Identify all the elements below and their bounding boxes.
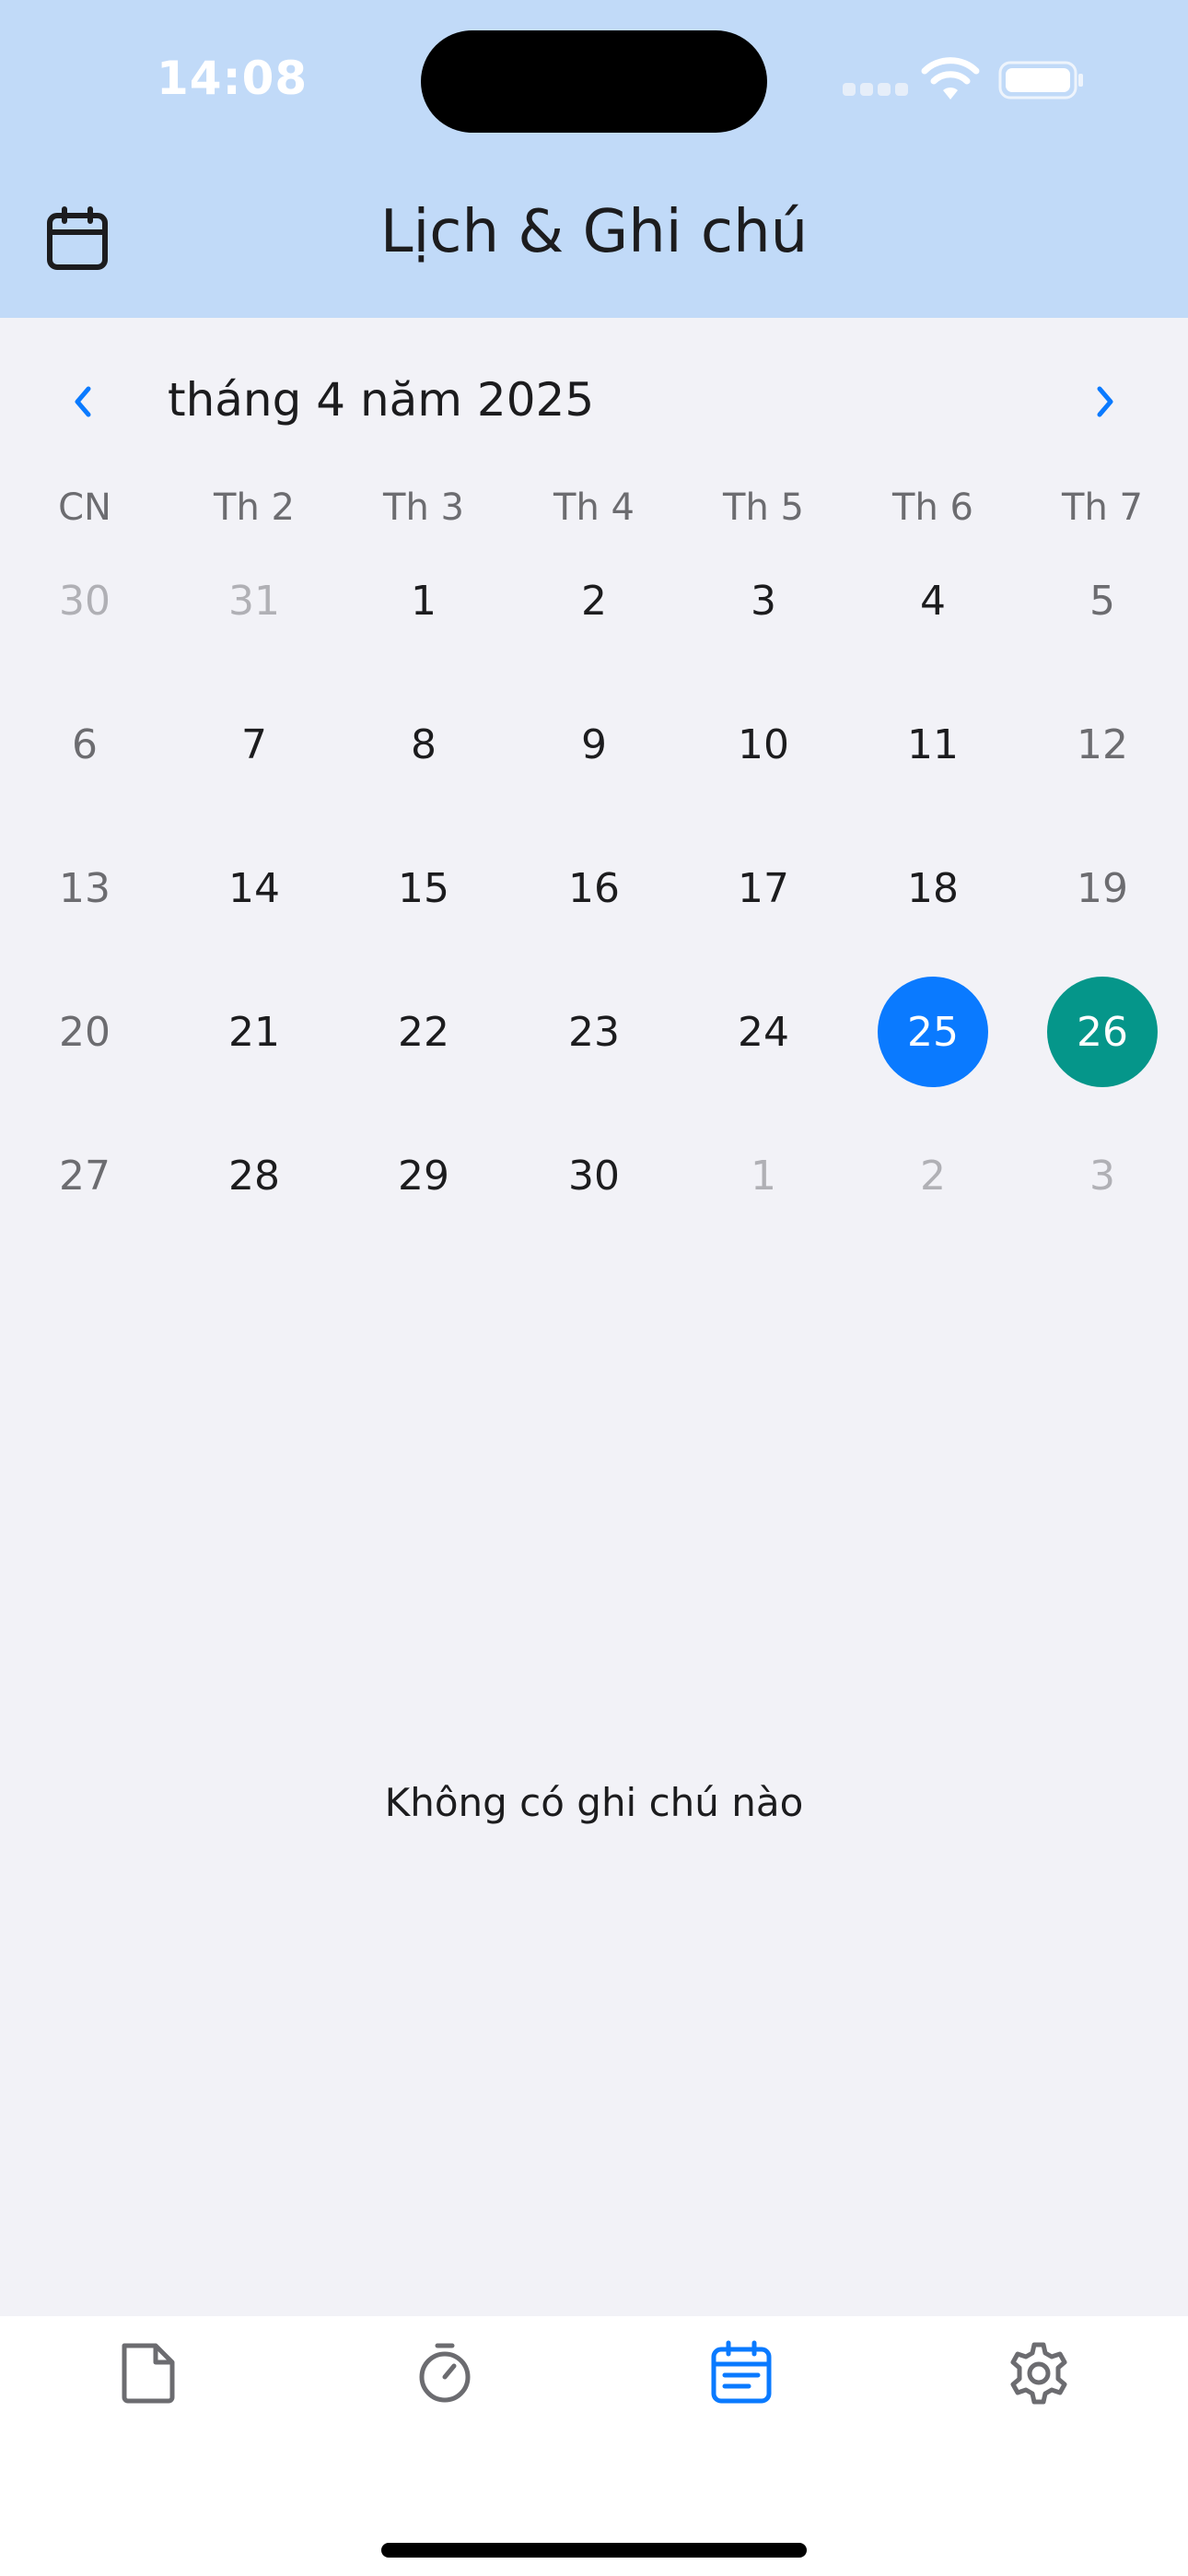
calendar-day[interactable]: 18 bbox=[878, 833, 988, 943]
calendar-day[interactable]: 11 bbox=[878, 689, 988, 800]
stopwatch-icon[interactable] bbox=[412, 2340, 478, 2406]
calendar-day[interactable]: 24 bbox=[708, 977, 819, 1087]
selected-day[interactable]: 25 bbox=[878, 977, 988, 1087]
calendar-day[interactable]: 17 bbox=[708, 833, 819, 943]
calendar-day[interactable]: 29 bbox=[368, 1120, 479, 1231]
note-icon[interactable] bbox=[115, 2340, 181, 2406]
calendar-day[interactable]: 3 bbox=[1047, 1120, 1158, 1231]
calendar-day[interactable]: 10 bbox=[708, 689, 819, 800]
calendar-day[interactable]: 20 bbox=[29, 977, 140, 1087]
calendar-day[interactable]: 1 bbox=[708, 1120, 819, 1231]
empty-notes-message: Không có ghi chú nào bbox=[384, 1780, 804, 1825]
calendar-day[interactable]: 16 bbox=[539, 833, 649, 943]
calendar-day[interactable]: 19 bbox=[1047, 833, 1158, 943]
calendar-day[interactable]: 28 bbox=[199, 1120, 309, 1231]
calendar-day[interactable]: 3 bbox=[708, 545, 819, 656]
today-day[interactable]: 26 bbox=[1047, 977, 1158, 1087]
calendar-day[interactable]: 21 bbox=[199, 977, 309, 1087]
calendar-day[interactable]: 31 bbox=[199, 545, 309, 656]
calendar-day[interactable]: 7 bbox=[199, 689, 309, 800]
home-indicator bbox=[381, 2543, 807, 2558]
calendar-day[interactable]: 9 bbox=[539, 689, 649, 800]
calendar-day[interactable]: 14 bbox=[199, 833, 309, 943]
calendar-day[interactable]: 5 bbox=[1047, 545, 1158, 656]
calendar-day[interactable]: 27 bbox=[29, 1120, 140, 1231]
calendar-day[interactable]: 4 bbox=[878, 545, 988, 656]
calendar-day[interactable]: 13 bbox=[29, 833, 140, 943]
calendar-day[interactable]: 22 bbox=[368, 977, 479, 1087]
calendar-day[interactable]: 2 bbox=[539, 545, 649, 656]
calendar-day[interactable]: 8 bbox=[368, 689, 479, 800]
calendar-day[interactable]: 2 bbox=[878, 1120, 988, 1231]
calendar-day[interactable]: 6 bbox=[29, 689, 140, 800]
calendar-day[interactable]: 12 bbox=[1047, 689, 1158, 800]
calendar-list-icon[interactable] bbox=[708, 2340, 775, 2406]
calendar-grid: 30 31 1 2 3 4 5 6 7 8 9 10 11 12 13 14 1… bbox=[0, 0, 1188, 1290]
calendar-day[interactable]: 1 bbox=[368, 545, 479, 656]
calendar-day[interactable]: 23 bbox=[539, 977, 649, 1087]
gear-icon[interactable] bbox=[1006, 2340, 1072, 2406]
calendar-day[interactable]: 15 bbox=[368, 833, 479, 943]
calendar-day[interactable]: 30 bbox=[29, 545, 140, 656]
calendar-day[interactable]: 30 bbox=[539, 1120, 649, 1231]
